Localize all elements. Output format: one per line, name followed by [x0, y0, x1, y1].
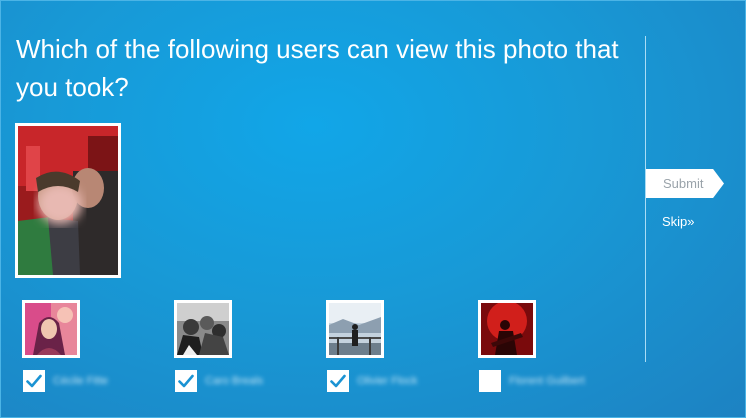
user-option: Caro Breals [174, 300, 263, 392]
user-avatar [174, 300, 232, 358]
user-name: Florent Guilbert [509, 375, 585, 387]
user-checkbox[interactable] [327, 370, 349, 392]
checkmark-icon [178, 374, 194, 388]
question-heading: Which of the following users can view th… [16, 34, 619, 102]
user-name: Caro Breals [205, 375, 264, 387]
user-avatar [22, 300, 80, 358]
checkmark-icon [26, 374, 42, 388]
user-checkbox[interactable] [23, 370, 45, 392]
checkmark-icon [330, 374, 346, 388]
user-name: Olivier Flock [357, 375, 418, 387]
user-avatar [326, 300, 384, 358]
user-choice: Caro Breals [174, 370, 263, 392]
user-checkbox[interactable] [479, 370, 501, 392]
user-option: Cécile Fitte [22, 300, 108, 392]
user-option: Olivier Flock [326, 300, 418, 392]
user-checkbox[interactable] [175, 370, 197, 392]
user-choice: Cécile Fitte [22, 370, 108, 392]
user-choice: Olivier Flock [326, 370, 418, 392]
vertical-divider [645, 36, 646, 362]
skip-link[interactable]: Skip» [662, 214, 695, 229]
user-choice: Florent Guilbert [478, 370, 585, 392]
photo-to-review [15, 123, 121, 278]
user-avatar [478, 300, 536, 358]
submit-button[interactable]: Submit [646, 169, 724, 198]
user-name: Cécile Fitte [53, 375, 109, 387]
user-option: Florent Guilbert [478, 300, 585, 392]
